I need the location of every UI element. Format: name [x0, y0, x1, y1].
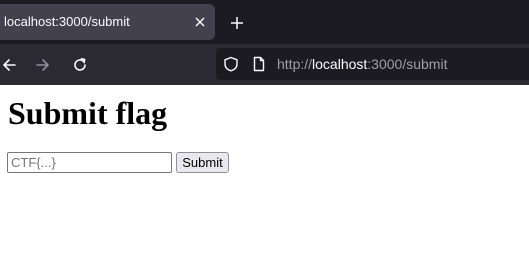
tab-title: localhost:3000/submit	[4, 14, 130, 29]
active-tab[interactable]: localhost:3000/submit	[0, 4, 215, 40]
arrow-left-icon[interactable]	[0, 53, 21, 77]
submit-button[interactable]: Submit	[176, 152, 229, 173]
close-icon[interactable]	[190, 12, 210, 32]
url-text[interactable]: http://localhost:3000/submit	[277, 56, 447, 72]
url-host: localhost	[312, 56, 368, 72]
url-scheme: http://	[277, 56, 313, 72]
navigation-toolbar: http://localhost:3000/submit	[0, 44, 529, 85]
page-content: Submit flag Submit	[0, 85, 529, 254]
page-title: Submit flag	[8, 95, 168, 131]
url-bar[interactable]: http://localhost:3000/submit	[216, 48, 529, 80]
page-icon[interactable]	[251, 56, 267, 72]
reload-icon[interactable]	[68, 53, 92, 77]
url-path: :3000/submit	[367, 56, 448, 72]
flag-input[interactable]	[7, 152, 172, 173]
shield-icon[interactable]	[223, 56, 239, 72]
arrow-right-icon[interactable]	[31, 53, 55, 77]
tab-strip: localhost:3000/submit	[0, 0, 529, 44]
plus-icon[interactable]	[226, 12, 248, 34]
